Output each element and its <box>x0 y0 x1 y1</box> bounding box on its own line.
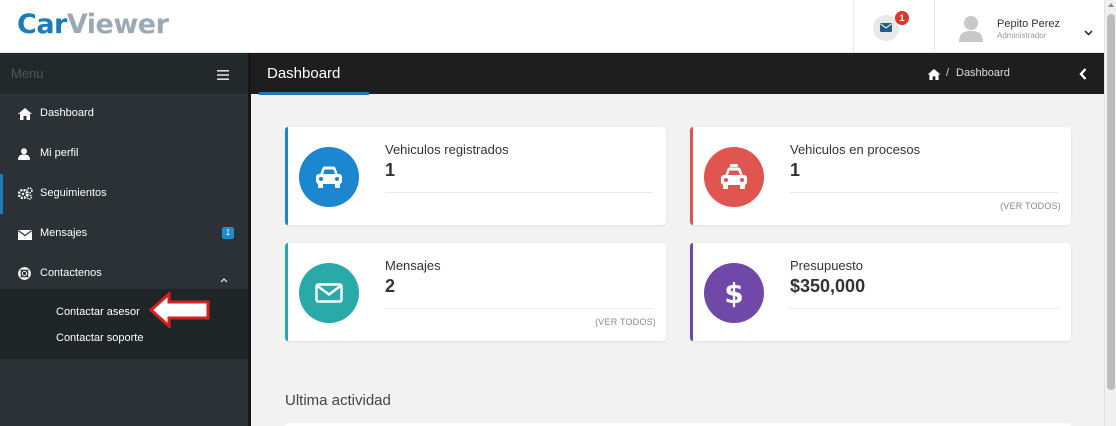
card-title: Mensajes <box>385 258 441 273</box>
header-divider <box>853 0 854 53</box>
user-avatar[interactable] <box>958 14 984 42</box>
sidebar-item-dashboard[interactable]: Dashboard <box>0 94 248 134</box>
envelope-icon <box>315 283 343 303</box>
red-arrow-annotation <box>148 290 211 333</box>
submenu-item-contactar-soporte[interactable]: Contactar soporte <box>56 332 143 344</box>
card-divider <box>790 192 1058 193</box>
card-divider <box>385 192 653 193</box>
card-vehiculos-en-procesos[interactable]: Vehiculos en procesos 1 (VER TODOS) <box>690 127 1071 225</box>
messages-count-badge: 1 <box>895 11 909 25</box>
page-scrollbar[interactable] <box>1104 0 1116 426</box>
sidebar-item-seguimientos[interactable]: Seguimientos <box>0 174 248 214</box>
card-icon-circle <box>299 263 359 323</box>
header-divider <box>934 0 935 53</box>
app-logo[interactable]: CarViewer <box>17 9 169 41</box>
sidebar: Menu Dashboard Mi perfil Seguimientos Me… <box>0 53 248 426</box>
page-title: Dashboard <box>267 65 341 82</box>
life-ring-icon <box>18 267 32 281</box>
card-accent-bar <box>690 243 693 341</box>
sidebar-header: Menu <box>0 53 248 94</box>
home-icon <box>18 107 32 121</box>
sidebar-item-mi-perfil[interactable]: Mi perfil <box>0 134 248 174</box>
title-underline <box>259 92 369 95</box>
card-title: Vehiculos en procesos <box>790 142 921 157</box>
sidebar-edge <box>248 53 251 426</box>
user-silhouette-icon <box>959 16 983 42</box>
user-role: Administrador <box>997 31 1047 40</box>
chevron-down-icon[interactable] <box>1084 23 1093 41</box>
breadcrumb-separator: / <box>946 67 950 79</box>
card-mensajes[interactable]: Mensajes 2 (VER TODOS) <box>285 243 666 341</box>
card-value: 1 <box>385 160 396 180</box>
sidebar-item-mensajes[interactable]: Mensajes 1 <box>0 214 248 254</box>
top-header: CarViewer 1 Pepito Perez Administrador <box>0 0 1104 53</box>
section-title-ultima-actividad: Ultima actividad <box>285 392 391 409</box>
hamburger-icon[interactable] <box>217 67 229 85</box>
home-icon[interactable] <box>927 67 941 85</box>
card-value: 1 <box>790 160 801 180</box>
card-icon-circle: $ <box>704 263 764 323</box>
card-accent-bar <box>285 127 288 225</box>
scroll-up-icon[interactable] <box>1108 3 1114 7</box>
sidebar-item-label: Seguimientos <box>40 187 107 199</box>
logo-car-text: Car <box>17 9 67 40</box>
submenu-item-contactar-asesor[interactable]: Contactar asesor <box>56 306 140 318</box>
card-accent-bar <box>285 243 288 341</box>
sidebar-item-label: Mensajes <box>40 227 88 239</box>
card-divider <box>385 308 653 309</box>
svg-text:$: $ <box>724 277 743 309</box>
sidebar-item-label: Mi perfil <box>40 147 79 159</box>
scrollbar-thumb[interactable] <box>1107 14 1115 390</box>
card-icon-circle <box>704 147 764 207</box>
card-presupuesto[interactable]: $ Presupuesto $350,000 <box>690 243 1071 341</box>
user-name[interactable]: Pepito Perez <box>997 18 1060 30</box>
sidebar-item-label: Contactenos <box>40 267 102 279</box>
logo-viewer-text: Viewer <box>66 9 169 40</box>
envelope-icon <box>17 227 33 241</box>
gears-icon <box>17 187 33 201</box>
sidebar-item-label: Dashboard <box>40 107 94 119</box>
dollar-icon: $ <box>724 277 743 309</box>
card-vehiculos-registrados[interactable]: Vehiculos registrados 1 <box>285 127 666 225</box>
page-header-bar: Dashboard / Dashboard <box>251 53 1104 95</box>
messages-badge: 1 <box>222 227 234 239</box>
chevron-left-icon[interactable] <box>1079 67 1087 85</box>
card-icon-circle <box>299 147 359 207</box>
card-value: 2 <box>385 276 396 296</box>
chevron-up-icon <box>220 270 228 288</box>
card-accent-bar <box>690 127 693 225</box>
taxi-icon <box>721 164 747 189</box>
sidebar-menu-label: Menu <box>11 66 44 81</box>
card-footer-link[interactable]: (VER TODOS) <box>1000 201 1061 211</box>
card-divider <box>790 308 1058 309</box>
user-icon <box>18 147 32 161</box>
card-value: $350,000 <box>790 276 866 296</box>
breadcrumb-current: Dashboard <box>956 67 1010 79</box>
envelope-icon <box>880 23 892 32</box>
sidebar-item-contactenos[interactable]: Contactenos <box>0 254 248 294</box>
card-title: Presupuesto <box>790 258 863 273</box>
card-title: Vehiculos registrados <box>385 142 509 157</box>
car-icon <box>316 166 342 188</box>
card-footer-link[interactable]: (VER TODOS) <box>595 317 656 327</box>
